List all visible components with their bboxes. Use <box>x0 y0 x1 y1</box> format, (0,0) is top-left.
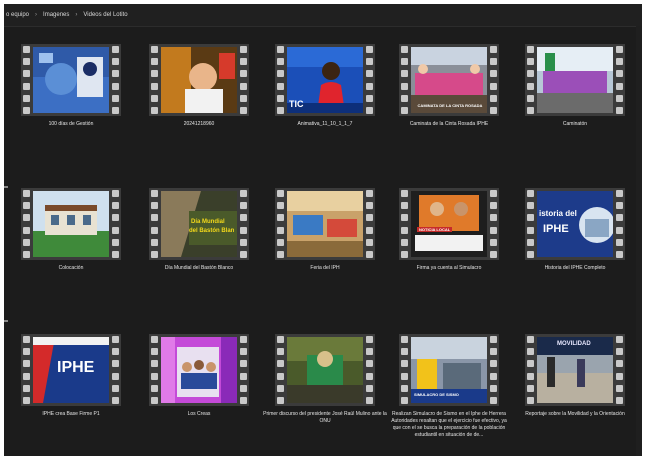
thumbnail-title: MOVILIDAD <box>557 341 591 347</box>
video-file-name: Reportaje sobre la Movilidad y la Orient… <box>525 411 625 417</box>
video-thumbnail: CAMINATA DE LA CINTA ROSADA <box>399 44 499 116</box>
video-thumbnail <box>275 334 375 406</box>
thumbnail-overlay-text: TIC <box>289 99 304 109</box>
grid-row-marker <box>4 320 8 322</box>
thumbnail-strip-text: SIMULACRO DE SISMO <box>414 392 459 397</box>
video-file-name: IPHE crea Base Firme P1 <box>42 411 100 417</box>
thumbnail-banner-text: CAMINATA DE LA CINTA ROSADA <box>417 103 483 108</box>
video-file-name: Animativa_11_10_1_1_7 <box>297 121 353 127</box>
video-file-name: 100 días de Gestión <box>48 121 94 127</box>
file-explorer-window: o equipo › Imagenes › Videos del Lotito <box>4 4 642 456</box>
video-thumbnail <box>149 44 249 116</box>
video-thumbnail <box>275 188 375 260</box>
grid-row-marker <box>4 186 8 188</box>
video-grid: 100 días de Gestión 20241218960 TIC Anim… <box>4 26 642 456</box>
thumbnail-title-line1: istoria del <box>539 209 577 218</box>
video-thumbnail: istoria del IPHE <box>525 188 625 260</box>
video-file-name: 20241218960 <box>183 121 215 127</box>
thumbnail-big-text: IPHE <box>57 359 95 376</box>
video-thumbnail <box>525 44 625 116</box>
video-thumbnail: TIC <box>275 44 375 116</box>
video-thumbnail: IPHE <box>21 334 121 406</box>
video-thumbnail <box>21 44 121 116</box>
thumbnail-title-line2: IPHE <box>543 223 569 235</box>
chevron-right-icon: › <box>35 12 38 18</box>
breadcrumb-item-videos[interactable]: Videos del Lotito <box>83 12 127 18</box>
video-file-name: Historia del IPHE Completo <box>544 265 606 271</box>
video-thumbnail <box>21 188 121 260</box>
video-file-name: Realizan Simulacro de Sismo en el Iphe d… <box>391 411 507 438</box>
thumbnail-badge: NOTICIA LOCAL <box>417 227 453 232</box>
video-file-name: Feria del IPH <box>310 265 340 271</box>
video-thumbnail: SIMULACRO DE SISMO <box>399 334 499 406</box>
vertical-scrollbar[interactable] <box>636 26 642 456</box>
video-file-name: Colocación <box>58 265 84 271</box>
chevron-right-icon: › <box>75 12 78 18</box>
video-file-name: Caminata de la Cinta Rosada IPHE <box>409 121 489 127</box>
thumbnail-title-line2: del Bastón Blan <box>189 228 235 234</box>
video-file-name: Los Creas <box>187 411 211 417</box>
thumbnail-title-line1: Día Mundial <box>191 219 225 225</box>
video-thumbnail: MOVILIDAD <box>525 334 625 406</box>
breadcrumb: o equipo › Imagenes › Videos del Lotito <box>4 4 642 27</box>
breadcrumb-item-equipo[interactable]: o equipo <box>6 12 29 18</box>
video-thumbnail <box>149 334 249 406</box>
video-file-name: Firma ya cuenta al Simulacro <box>416 265 482 271</box>
video-file-name: Día Mundial del Bastón Blanco <box>164 265 234 271</box>
video-thumbnail: Día Mundial del Bastón Blan <box>149 188 249 260</box>
video-thumbnail: NOTICIA LOCAL <box>399 188 499 260</box>
breadcrumb-item-imagenes[interactable]: Imagenes <box>43 12 69 18</box>
video-file-name: Primer discurso del presidente José Raúl… <box>263 411 387 424</box>
video-file-name: Caminatón <box>562 121 588 127</box>
